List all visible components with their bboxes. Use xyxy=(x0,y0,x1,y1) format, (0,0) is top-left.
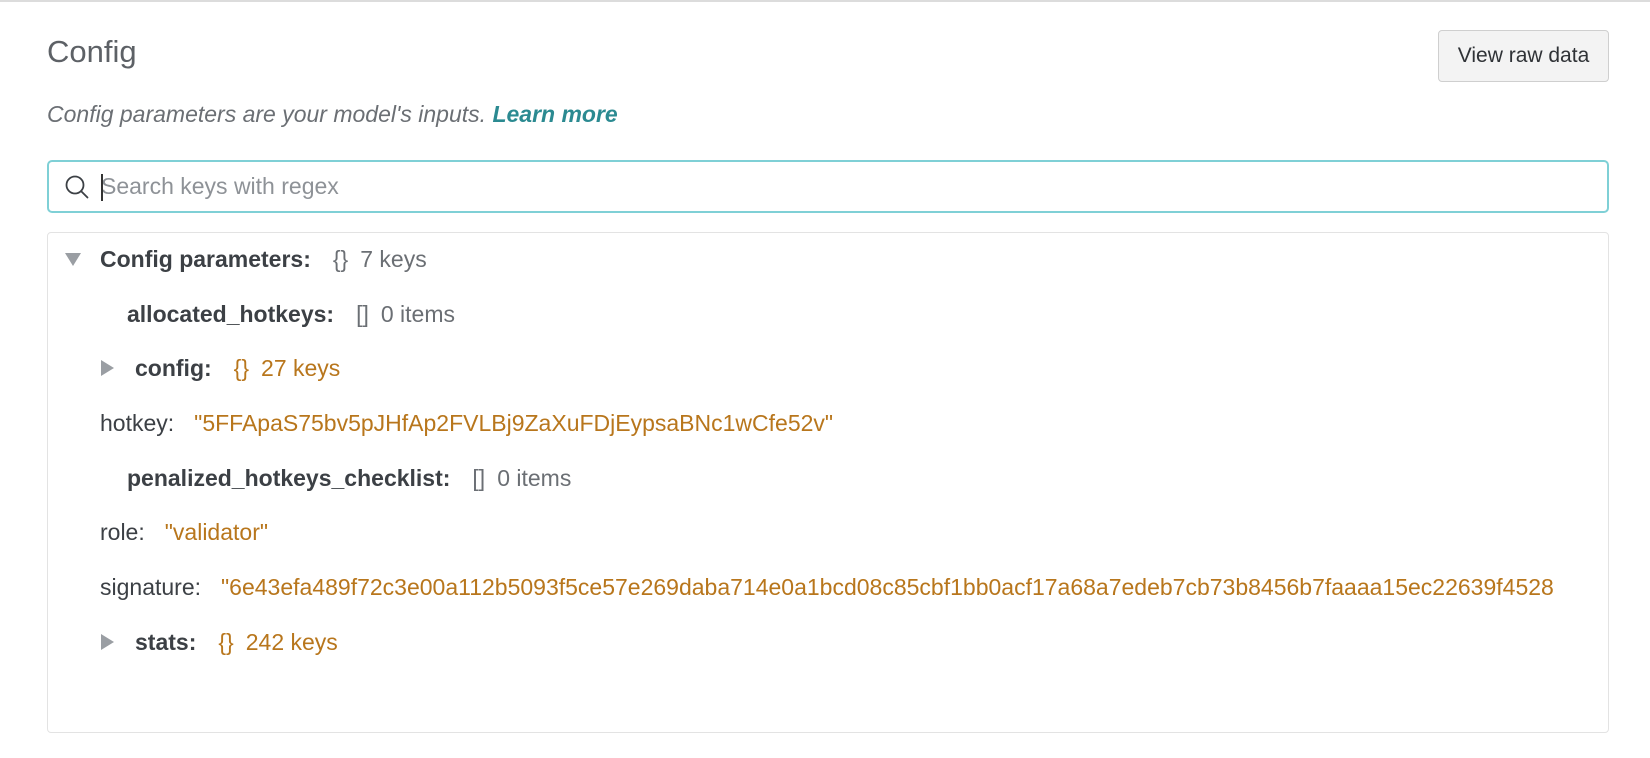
tree-brace: {} xyxy=(233,354,250,381)
search-field xyxy=(47,160,1609,213)
tree-key: config: xyxy=(135,354,212,381)
tree-key: allocated_hotkeys: xyxy=(127,300,335,327)
config-header: Config View raw data xyxy=(47,30,1609,86)
config-tree-panel: Config parameters: {} 7 keys allocated_h… xyxy=(47,232,1609,733)
tree-key: penalized_hotkeys_checklist: xyxy=(127,464,451,491)
caret-down-icon[interactable] xyxy=(65,252,81,266)
learn-more-link[interactable]: Learn more xyxy=(492,101,617,127)
page-title: Config xyxy=(47,34,137,69)
tree-count: 0 items xyxy=(380,300,456,327)
tree-row-signature: signature: "6e43efa489f72c3e00a112b5093f… xyxy=(100,569,1554,605)
view-raw-data-button[interactable]: View raw data xyxy=(1438,30,1609,82)
search-input[interactable] xyxy=(101,162,1607,211)
tree-root-label: Config parameters: xyxy=(100,245,311,272)
tree-row-role: role: "validator" xyxy=(100,514,268,550)
tree-value: "validator" xyxy=(164,518,269,545)
tree-brace: [] xyxy=(356,300,369,327)
tree-root-count: 7 keys xyxy=(360,245,427,272)
tree-count: 0 items xyxy=(497,464,572,491)
tree-key: role: xyxy=(100,518,145,545)
tree-root-brace: {} xyxy=(332,245,349,272)
tree-count: 27 keys xyxy=(261,354,341,381)
tree-key: stats: xyxy=(135,628,197,655)
tree-brace: {} xyxy=(218,628,234,655)
tree-key: hotkey: xyxy=(100,409,175,436)
tree-row-penalized-hotkeys: penalized_hotkeys_checklist: [] 0 items xyxy=(127,460,571,496)
tree-row-stats[interactable]: stats: {} 242 keys xyxy=(101,624,338,660)
tree-key: signature: xyxy=(100,573,202,600)
tree-root-row[interactable]: Config parameters: {} 7 keys xyxy=(65,241,427,277)
tree-count: 242 keys xyxy=(245,628,338,655)
caret-right-icon[interactable] xyxy=(101,634,114,650)
top-divider xyxy=(0,0,1650,2)
caret-right-icon[interactable] xyxy=(101,360,114,376)
tree-row-hotkey: hotkey: "5FFApaS75bv5pJHfAp2FVLBj9ZaXuFD… xyxy=(100,405,833,441)
search-icon xyxy=(62,172,92,202)
description-text: Config parameters are your model's input… xyxy=(47,101,487,127)
tree-brace: [] xyxy=(472,464,486,491)
text-cursor xyxy=(101,174,103,201)
config-description: Config parameters are your model's input… xyxy=(47,101,618,128)
tree-value: "6e43efa489f72c3e00a112b5093f5ce57e269da… xyxy=(221,573,1554,600)
tree-row-allocated-hotkeys: allocated_hotkeys: [] 0 items xyxy=(127,296,455,332)
tree-value: "5FFApaS75bv5pJHfAp2FVLBj9ZaXuFDjEypsaBN… xyxy=(194,409,834,436)
tree-row-config[interactable]: config: {} 27 keys xyxy=(101,350,340,386)
